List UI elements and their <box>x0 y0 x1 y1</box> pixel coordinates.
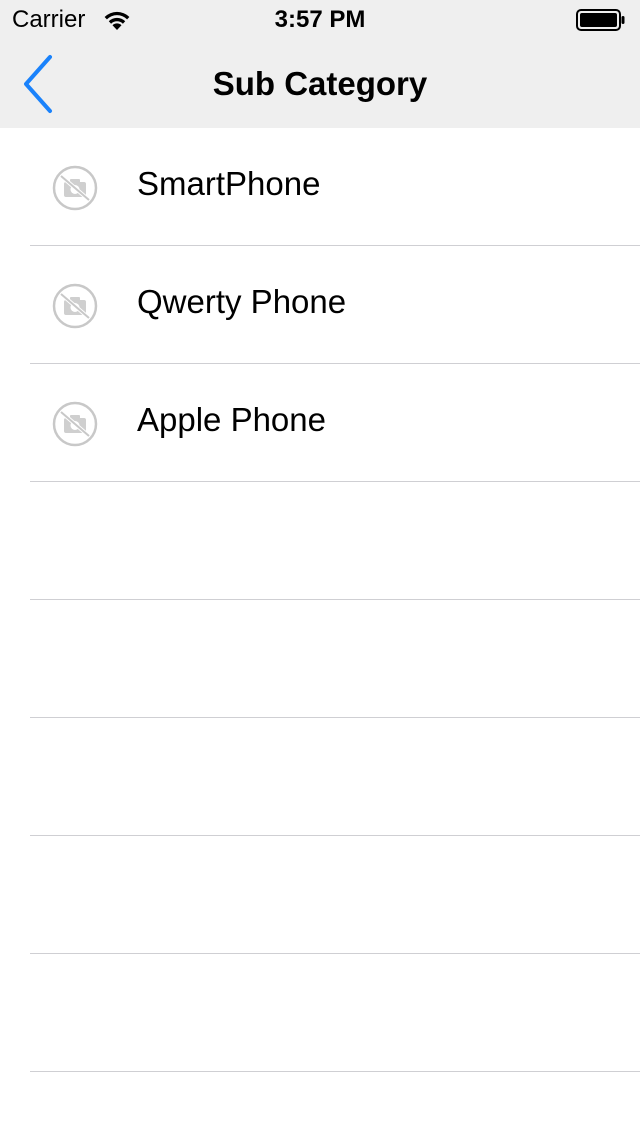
list-item[interactable]: Qwerty Phone <box>0 246 640 364</box>
battery-full-icon <box>576 9 625 31</box>
sub-category-list: SmartPhone Qwerty Phone Apple Phone <box>0 128 640 1072</box>
empty-list-item <box>0 836 640 954</box>
list-item-label: SmartPhone <box>137 165 321 202</box>
empty-list-item <box>0 600 640 718</box>
empty-list-item <box>0 482 640 600</box>
empty-list-item <box>0 718 640 836</box>
status-time: 3:57 PM <box>274 6 366 33</box>
no-photo-icon <box>52 165 98 211</box>
status-bar: Carrier 3:57 PM <box>0 0 640 40</box>
list-item-label: Qwerty Phone <box>137 283 347 320</box>
empty-list-item <box>0 954 640 1072</box>
list-item[interactable]: SmartPhone <box>0 128 640 246</box>
list-item-label: Apple Phone <box>137 401 326 438</box>
no-photo-icon <box>52 283 98 329</box>
no-photo-icon <box>52 401 98 447</box>
navigation-bar: Sub Category <box>0 40 640 128</box>
list-item[interactable]: Apple Phone <box>0 364 640 482</box>
page-title: Sub Category <box>212 65 428 102</box>
